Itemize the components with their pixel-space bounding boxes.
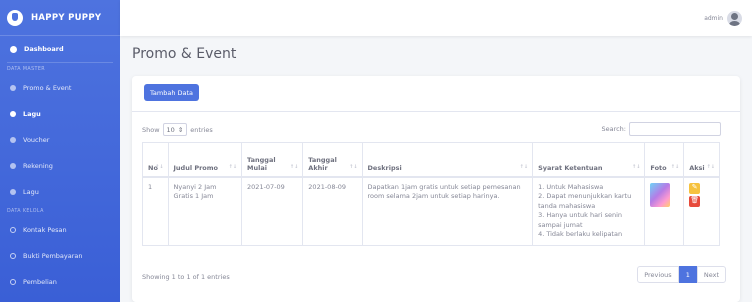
syarat-line: 3. Hanya untuk hari senin sampai jumat [538, 211, 623, 229]
cell-no: 1 [142, 176, 169, 246]
sidebar-item-voucher[interactable]: Voucher [0, 127, 120, 153]
sidebar-item-dashboard[interactable]: Dashboard [0, 36, 120, 62]
syarat-line: 1. Untuk Mahasiswa [538, 182, 604, 191]
sort-icon: ↑↓ [228, 163, 238, 170]
page-1-button[interactable]: 1 [678, 266, 697, 283]
sidebar-item-rekening[interactable]: Rekening [0, 153, 120, 179]
col-header-syarat[interactable]: Syarat Ketentuan ↑↓ [532, 142, 646, 178]
sort-icon: ↑↓ [155, 163, 164, 170]
circle-icon [10, 111, 16, 117]
sidebar-item-kontak-pesan[interactable]: Kontak Pesan [0, 217, 120, 243]
sort-icon: ↑↓ [519, 163, 529, 170]
avatar[interactable] [727, 10, 742, 26]
col-header-foto[interactable]: Foto ↑↓ [644, 142, 685, 178]
entries-label: entries [190, 125, 213, 134]
sort-icon: ↑↓ [670, 163, 680, 170]
trash-icon[interactable]: 🗑 [689, 195, 701, 207]
sidebar-item-label: Promo & Event [23, 84, 72, 92]
sidebar-item-label: Voucher [23, 136, 50, 144]
sort-icon: ↑↓ [289, 163, 299, 170]
entries-control: Show 10 ⇕ entries [142, 123, 213, 136]
cell-mulai: 2021-07-09 [241, 176, 304, 246]
syarat-line: 2. Dapat menunjukkan kartu tanda mahasis… [538, 192, 632, 210]
cell-judul: Nyanyi 2 Jam Gratis 1 Jam [167, 176, 243, 246]
sort-icon: ↑↓ [349, 163, 358, 170]
entries-info: Showing 1 to 1 of 1 entries [142, 273, 230, 281]
col-header-akhir[interactable]: Tanggal Akhir ↑↓ [302, 142, 363, 178]
sidebar-item-label: Lagu [23, 188, 39, 196]
add-data-button[interactable]: Tambah Data [144, 84, 200, 101]
circle-icon [10, 163, 16, 169]
cell-akhir: 2021-08-09 [302, 176, 363, 246]
section-heading-master: DATA MASTER [7, 66, 46, 72]
syarat-line: 4. Tidak berlaku kelipatan [538, 230, 623, 238]
section-heading-kelola: DATA KELOLA [7, 208, 44, 214]
sidebar: HAPPY PUPPY Dashboard DATA MASTER Promo … [0, 0, 120, 302]
col-header-judul[interactable]: Judul Promo ↑↓ [167, 142, 243, 178]
col-header-deskripsi[interactable]: Deskripsi ↑↓ [361, 142, 534, 178]
entries-value: 10 [166, 125, 175, 134]
show-label: Show [142, 125, 160, 134]
dog-icon [7, 9, 23, 26]
sidebar-item-label: Pembelian [23, 278, 57, 286]
card-divider [132, 111, 740, 112]
promo-table: No ↑↓ Judul Promo ↑↓ Tanggal Mulai ↑↓ Tangg… [142, 142, 720, 246]
circle-icon [10, 189, 16, 195]
brand-name: HAPPY PUPPY [31, 12, 102, 23]
sidebar-item-label: Bukti Pembayaran [23, 252, 83, 260]
dashboard-icon [10, 45, 17, 53]
previous-button[interactable]: Previous [637, 266, 679, 283]
next-button[interactable]: Next [696, 266, 726, 283]
entries-select[interactable]: 10 ⇕ [162, 123, 188, 136]
circle-icon [10, 85, 16, 91]
sidebar-item-promo-event[interactable]: Promo & Event [0, 75, 120, 101]
user-name[interactable]: admin [704, 15, 723, 22]
cell-aksi: ✎ 🗑 [683, 176, 720, 246]
edit-icon[interactable]: ✎ [689, 182, 701, 194]
col-header-no[interactable]: No ↑↓ [142, 142, 169, 178]
col-header-mulai[interactable]: Tanggal Mulai ↑↓ [241, 142, 304, 178]
search-input[interactable] [629, 122, 721, 136]
table-row: 1 Nyanyi 2 Jam Gratis 1 Jam 2021-07-09 2… [142, 176, 720, 246]
search-label: Search: [601, 125, 626, 133]
cell-foto [644, 176, 685, 246]
circle-outline-icon [10, 279, 16, 285]
col-header-aksi[interactable]: Aksi ↑↓ [683, 142, 720, 178]
chevron-updown-icon: ⇕ [177, 125, 184, 134]
sidebar-item-bukti-pembayaran[interactable]: Bukti Pembayaran [0, 243, 120, 269]
sort-icon: ↑↓ [632, 163, 641, 170]
search-control: Search: [601, 122, 721, 136]
page-title: Promo & Event [132, 46, 237, 62]
circle-outline-icon [10, 227, 16, 233]
sidebar-item-lagu[interactable]: Lagu [0, 101, 120, 127]
topbar: admin [120, 0, 752, 36]
sidebar-item-label: Rekening [23, 162, 53, 170]
sidebar-item-label: Lagu [23, 110, 41, 118]
promo-card: Tambah Data Show 10 ⇕ entries Search: No… [132, 76, 740, 302]
sidebar-item-label: Dashboard [24, 45, 64, 53]
cell-syarat: 1. Untuk Mahasiswa 2. Dapat menunjukkan … [532, 176, 646, 246]
table-header-row: No ↑↓ Judul Promo ↑↓ Tanggal Mulai ↑↓ Tangg… [142, 142, 720, 178]
sidebar-item-label: Kontak Pesan [23, 226, 67, 234]
brand[interactable]: HAPPY PUPPY [0, 0, 120, 36]
cell-deskripsi: Dapatkan 1jam gratis untuk setiap pemesa… [361, 176, 534, 246]
promo-photo[interactable] [650, 182, 671, 207]
sidebar-item-pembelian[interactable]: Pembelian [0, 269, 120, 295]
sidebar-item-lagu-2[interactable]: Lagu [0, 179, 120, 205]
action-group: ✎ 🗑 [689, 182, 714, 207]
sort-icon: ↑↓ [706, 163, 715, 170]
circle-outline-icon [10, 253, 16, 259]
circle-icon [10, 137, 16, 143]
pagination: Previous 1 Next [637, 266, 726, 283]
